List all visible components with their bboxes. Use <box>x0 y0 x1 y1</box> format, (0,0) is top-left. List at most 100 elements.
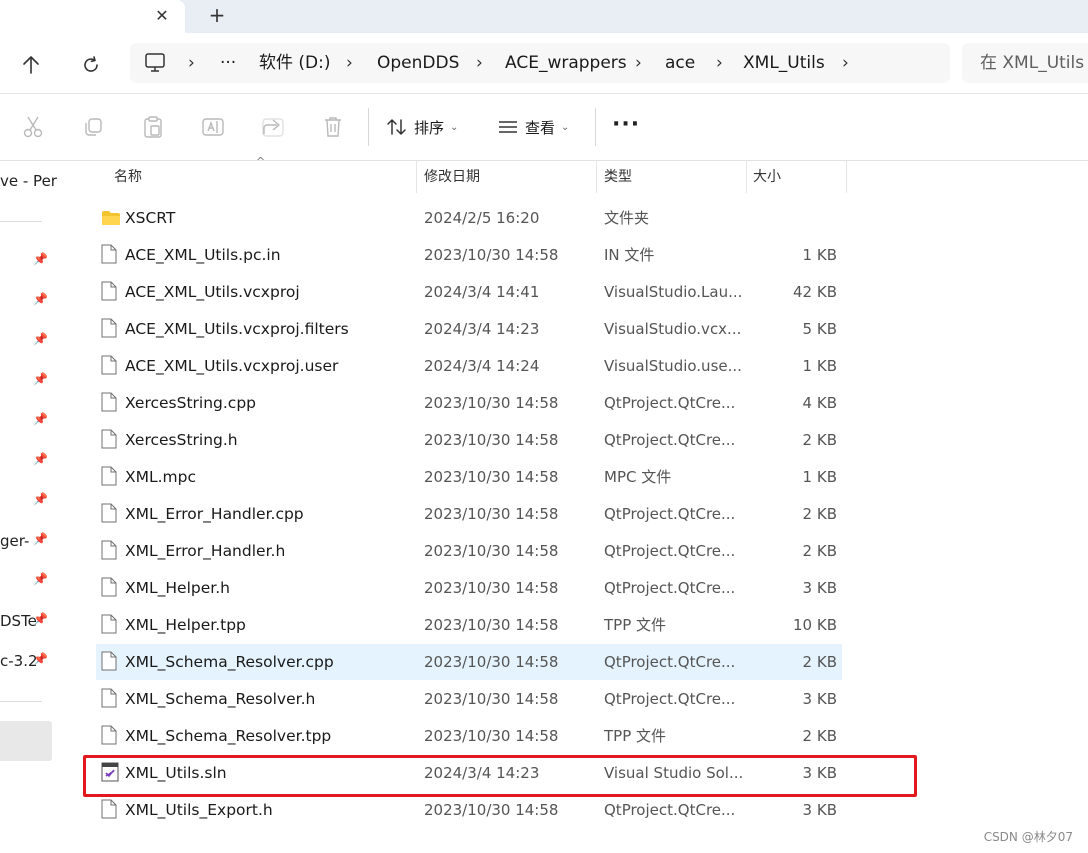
chevron-down-icon: ⌄ <box>450 121 459 133</box>
column-divider[interactable] <box>596 160 597 193</box>
nav-item-label[interactable]: ve - Per <box>0 172 57 190</box>
new-tab-button[interactable]: + <box>204 2 230 28</box>
file-icon <box>101 392 117 412</box>
file-row[interactable]: XML_Error_Handler.cpp 2023/10/30 14:58 QtP… <box>96 496 842 532</box>
view-icon <box>499 121 517 133</box>
file-icon <box>101 466 117 486</box>
nav-item-label[interactable]: ger- <box>0 532 29 550</box>
file-modified-date: 2024/3/4 14:23 <box>424 320 540 338</box>
file-row[interactable]: XML_Utils.sln 2024/3/4 14:23 Visual Studio… <box>96 755 842 791</box>
breadcrumb-ace[interactable]: ace <box>665 43 695 83</box>
pin-icon: 📌 <box>33 652 48 666</box>
copy-button[interactable] <box>80 114 106 140</box>
file-size: 1 KB <box>802 468 837 486</box>
share-button[interactable] <box>260 114 286 140</box>
file-row[interactable]: XML_Utils_Export.h 2023/10/30 14:58 QtProj… <box>96 792 842 828</box>
share-icon <box>262 118 284 137</box>
file-name: XML_Helper.tpp <box>125 616 246 634</box>
file-name: XML_Utils_Export.h <box>125 801 273 819</box>
file-type: QtProject.QtCre... <box>604 801 736 819</box>
file-type: IN 文件 <box>604 246 655 264</box>
breadcrumb-drive[interactable]: 软件 (D:) <box>259 43 331 83</box>
breadcrumb-xml-utils[interactable]: XML_Utils <box>743 43 825 83</box>
file-modified-date: 2024/3/4 14:41 <box>424 283 540 301</box>
file-row[interactable]: XSCRT 2024/2/5 16:20 文件夹 <box>96 200 842 236</box>
file-size: 1 KB <box>802 357 837 375</box>
close-tab-button[interactable]: ✕ <box>150 4 174 28</box>
file-row[interactable]: ACE_XML_Utils.pc.in 2023/10/30 14:58 IN 文件… <box>96 237 842 273</box>
file-row[interactable]: XML_Schema_Resolver.h 2023/10/30 14:58 QtP… <box>96 681 842 717</box>
column-header-size[interactable]: 大小 <box>753 160 781 194</box>
vs-solution-icon <box>101 762 119 782</box>
column-header-type[interactable]: 类型 <box>604 160 632 194</box>
pin-icon: 📌 <box>33 332 48 346</box>
tab-active[interactable]: ✕ <box>0 0 185 33</box>
file-row[interactable]: XML_Schema_Resolver.tpp 2023/10/30 14:58 T… <box>96 718 842 754</box>
this-pc-icon[interactable] <box>144 43 166 83</box>
breadcrumb-overflow[interactable]: ··· <box>220 43 236 83</box>
nav-item-label[interactable]: c-3.2 <box>0 652 38 670</box>
file-row[interactable]: XercesString.h 2023/10/30 14:58 QtProject.… <box>96 422 842 458</box>
file-row[interactable]: XML_Helper.tpp 2023/10/30 14:58 TPP 文件 10 K… <box>96 607 842 643</box>
file-name: XML_Error_Handler.cpp <box>125 505 304 523</box>
breadcrumb-ace-wrappers[interactable]: ACE_wrappers <box>505 43 627 83</box>
address-bar[interactable]: › ··· 软件 (D:) › OpenDDS › ACE_wrappers ›… <box>130 43 950 83</box>
file-icon <box>101 651 117 671</box>
chevron-right-icon[interactable]: › <box>842 43 849 83</box>
search-box[interactable] <box>962 43 1088 83</box>
refresh-icon <box>84 56 98 72</box>
file-type: TPP 文件 <box>604 727 667 745</box>
chevron-right-icon: › <box>476 53 483 73</box>
file-row[interactable]: ACE_XML_Utils.vcxproj.user 2024/3/4 14:24… <box>96 348 842 384</box>
nav-item-selected[interactable] <box>0 721 52 761</box>
file-row[interactable]: XercesString.cpp 2023/10/30 14:58 QtProjec… <box>96 385 842 421</box>
chevron-right-icon: › <box>635 53 642 73</box>
paste-button[interactable] <box>140 114 166 140</box>
column-header-date[interactable]: 修改日期 <box>424 160 480 194</box>
trash-icon <box>325 117 341 137</box>
column-divider[interactable] <box>416 160 417 193</box>
chevron-right-icon: › <box>716 53 723 73</box>
file-name: XML_Helper.h <box>125 579 230 597</box>
file-size: 2 KB <box>802 431 837 449</box>
pin-icon: 📌 <box>33 532 48 546</box>
file-modified-date: 2023/10/30 14:58 <box>424 727 559 745</box>
more-options-button[interactable]: ··· <box>612 112 640 137</box>
pin-icon: 📌 <box>33 412 48 426</box>
file-modified-date: 2023/10/30 14:58 <box>424 431 559 449</box>
breadcrumb-opendds[interactable]: OpenDDS <box>377 43 459 83</box>
delete-button[interactable] <box>320 114 346 140</box>
file-name: XML_Schema_Resolver.tpp <box>125 727 332 745</box>
navigation-pane: ve - Per 📌 📌 📌 📌 📌 📌 📌 ger- 📌 📌 DSTe 📌 c… <box>0 160 60 820</box>
sort-menu-button[interactable]: 排序 ⌄ <box>386 110 458 144</box>
file-type: QtProject.QtCre... <box>604 394 736 412</box>
file-type: VisualStudio.vcx... <box>604 320 742 338</box>
file-row[interactable]: ACE_XML_Utils.vcxproj 2024/3/4 14:41 Visua… <box>96 274 842 310</box>
file-icon <box>101 688 117 708</box>
toolbar-divider <box>368 108 369 146</box>
file-row[interactable]: XML_Error_Handler.h 2023/10/30 14:58 QtPro… <box>96 533 842 569</box>
search-input[interactable] <box>962 43 1088 83</box>
file-row[interactable]: XML.mpc 2023/10/30 14:58 MPC 文件 1 KB <box>96 459 842 495</box>
refresh-button[interactable] <box>77 51 105 79</box>
nav-item-label[interactable]: DSTe <box>0 612 37 630</box>
sort-icon <box>387 119 406 135</box>
file-modified-date: 2023/10/30 14:58 <box>424 246 559 264</box>
file-size: 4 KB <box>802 394 837 412</box>
column-divider[interactable] <box>846 160 847 193</box>
file-row[interactable]: ACE_XML_Utils.vcxproj.filters 2024/3/4 14… <box>96 311 842 347</box>
up-button[interactable] <box>17 51 45 79</box>
cut-button[interactable] <box>20 114 46 140</box>
file-row[interactable]: XML_Helper.h 2023/10/30 14:58 QtProject.Qt… <box>96 570 842 606</box>
file-size: 3 KB <box>802 801 837 819</box>
view-menu-button[interactable]: 查看 ⌄ <box>497 110 569 144</box>
column-header-name[interactable]: 名称 <box>114 160 142 194</box>
file-icon <box>101 540 117 560</box>
folder-icon <box>101 208 120 228</box>
rename-button[interactable] <box>200 114 226 140</box>
column-divider[interactable] <box>746 160 747 193</box>
file-size: 2 KB <box>802 727 837 745</box>
file-modified-date: 2024/2/5 16:20 <box>424 209 540 227</box>
file-type: 文件夹 <box>604 209 650 227</box>
file-row[interactable]: XML_Schema_Resolver.cpp 2023/10/30 14:58 Q… <box>96 644 842 680</box>
